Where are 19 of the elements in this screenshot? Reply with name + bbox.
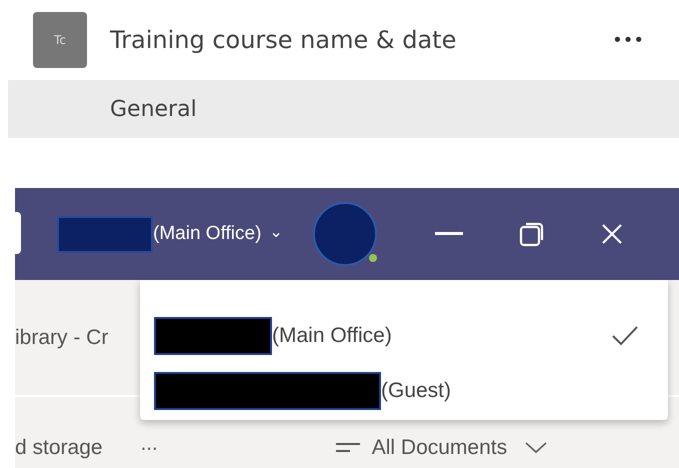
- caret-icon: [525, 442, 548, 454]
- view-selector[interactable]: All Documents: [372, 436, 508, 460]
- account-menu-item[interactable]: (Guest): [140, 363, 668, 418]
- channel-item[interactable]: General: [8, 80, 679, 138]
- more-options-button[interactable]: ···: [140, 439, 158, 460]
- caret-icon: ⌄: [269, 222, 283, 240]
- search-field[interactable]: [15, 212, 21, 254]
- account-menu-item[interactable]: (Main Office): [140, 308, 668, 363]
- library-title: d storage: [15, 436, 103, 460]
- account-switcher[interactable]: (Main Office) ⌄: [57, 216, 283, 252]
- close-icon[interactable]: [600, 223, 623, 245]
- breadcrumb-text[interactable]: ibrary - Cr: [15, 326, 108, 350]
- team-name[interactable]: Training course name & date: [110, 26, 456, 54]
- account-label: (Main Office): [153, 223, 262, 245]
- minimize-icon[interactable]: [434, 232, 463, 236]
- team-avatar: Tc: [33, 12, 87, 68]
- restore-icon[interactable]: [518, 221, 545, 247]
- view-icon: [336, 442, 360, 454]
- more-options-button[interactable]: •••: [612, 30, 644, 50]
